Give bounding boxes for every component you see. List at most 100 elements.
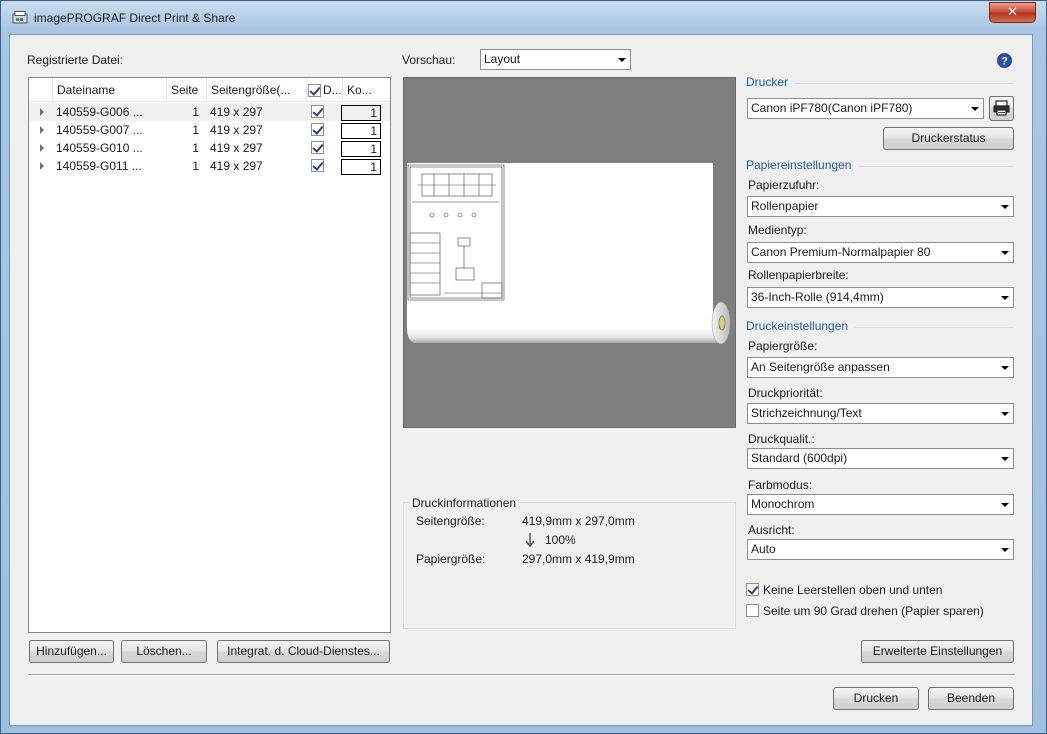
exit-button[interactable]: Beenden bbox=[928, 687, 1014, 710]
column-header-expander bbox=[29, 78, 53, 102]
no-margins-checkbox[interactable] bbox=[746, 583, 759, 596]
media-type-value: Canon Premium-Normalpapier 80 bbox=[751, 245, 931, 259]
color-mode-select[interactable]: Monochrom bbox=[747, 494, 1014, 515]
printer-select[interactable]: Canon iPF780(Canon iPF780) bbox=[747, 98, 984, 119]
print-checkbox[interactable] bbox=[311, 141, 324, 154]
file-page: 1 bbox=[192, 123, 199, 137]
print-priority-label: Druckpriorität: bbox=[748, 386, 823, 400]
column-header-print[interactable]: D... bbox=[307, 78, 343, 102]
file-row[interactable]: 140559-G010 ... 1 419 x 297 1 bbox=[29, 139, 390, 157]
print-checkbox[interactable] bbox=[311, 105, 324, 118]
color-mode-value: Monochrom bbox=[751, 497, 815, 511]
printer-value: Canon iPF780(Canon iPF780) bbox=[751, 101, 913, 115]
printer-icon bbox=[993, 100, 1010, 116]
page-size-value: 419,9mm x 297,0mm bbox=[522, 514, 635, 528]
paper-size-label: Papiergröße: bbox=[416, 552, 486, 566]
print-priority-value: Strichzeichnung/Text bbox=[751, 406, 862, 420]
column-header-copies[interactable]: Ko... bbox=[343, 78, 390, 102]
title-bar[interactable]: imagePROGRAF Direct Print & Share ✕ bbox=[1, 1, 1046, 35]
paper-source-value: Rollenpapier bbox=[751, 199, 819, 213]
print-info-title: Druckinformationen bbox=[410, 496, 519, 510]
footer-divider bbox=[28, 674, 1015, 675]
add-button[interactable]: Hinzufügen... bbox=[29, 640, 114, 663]
printer-status-button[interactable]: Druckerstatus bbox=[883, 127, 1014, 150]
scale-value: 100% bbox=[545, 533, 576, 547]
printer-properties-button[interactable] bbox=[989, 96, 1014, 121]
rotate-page-checkbox[interactable] bbox=[746, 604, 759, 617]
registered-files-label: Registrierte Datei: bbox=[27, 53, 124, 67]
file-list[interactable]: Dateiname Seite Seitengröße(... D... Ko.… bbox=[28, 77, 391, 633]
chevron-down-icon bbox=[1001, 548, 1009, 552]
printer-group-title: Drucker bbox=[746, 75, 789, 89]
file-row[interactable]: 140559-G007 ... 1 419 x 297 1 bbox=[29, 121, 390, 139]
print-preview bbox=[403, 77, 736, 428]
copies-input[interactable]: 1 bbox=[341, 105, 381, 121]
close-button[interactable]: ✕ bbox=[989, 2, 1036, 23]
help-icon[interactable]: ? bbox=[997, 53, 1012, 68]
file-name: 140559-G006 ... bbox=[56, 105, 143, 119]
advanced-settings-button[interactable]: Erweiterte Einstellungen bbox=[861, 640, 1014, 663]
column-header-page-size[interactable]: Seitengröße(... bbox=[207, 78, 307, 102]
window-title: imagePROGRAF Direct Print & Share bbox=[34, 11, 236, 25]
paper-size-label: Papiergröße: bbox=[748, 339, 818, 353]
media-type-select[interactable]: Canon Premium-Normalpapier 80 bbox=[747, 242, 1014, 263]
print-checkbox[interactable] bbox=[311, 159, 324, 172]
expand-arrow-icon[interactable] bbox=[40, 144, 44, 152]
chevron-down-icon bbox=[1001, 366, 1009, 370]
print-button[interactable]: Drucken bbox=[833, 687, 919, 710]
file-page: 1 bbox=[192, 105, 199, 119]
select-all-checkbox[interactable] bbox=[308, 84, 321, 98]
help-icon-glyph: ? bbox=[1001, 56, 1008, 68]
rotate-page-label[interactable]: Seite um 90 Grad drehen (Papier sparen) bbox=[763, 604, 984, 618]
print-priority-select[interactable]: Strichzeichnung/Text bbox=[747, 403, 1014, 424]
print-info-panel: Druckinformationen Seitengröße: 419,9mm … bbox=[403, 496, 736, 629]
file-row[interactable]: 140559-G011 ... 1 419 x 297 1 bbox=[29, 157, 390, 175]
column-header-print-label: D... bbox=[323, 83, 342, 97]
print-quality-label: Druckqualit.: bbox=[748, 432, 815, 446]
preview-label: Vorschau: bbox=[402, 53, 456, 67]
cloud-integration-button[interactable]: Integrat. d. Cloud-Dienstes... bbox=[217, 640, 390, 663]
print-settings-group-divider bbox=[855, 327, 1014, 328]
copies-input[interactable]: 1 bbox=[341, 123, 381, 139]
paper-settings-group-title: Papiereinstellungen bbox=[746, 158, 852, 172]
file-size: 419 x 297 bbox=[210, 123, 263, 137]
chevron-down-icon bbox=[971, 107, 979, 111]
roll-width-label: Rollenpapierbreite: bbox=[748, 268, 849, 282]
copies-input[interactable]: 1 bbox=[341, 141, 381, 157]
delete-button[interactable]: Löschen... bbox=[121, 640, 207, 663]
expand-arrow-icon[interactable] bbox=[40, 126, 44, 134]
color-mode-label: Farbmodus: bbox=[748, 478, 813, 492]
file-size: 419 x 297 bbox=[210, 159, 263, 173]
file-list-header: Dateiname Seite Seitengröße(... D... Ko.… bbox=[29, 78, 390, 102]
printer-group-divider bbox=[794, 83, 1014, 84]
file-row[interactable]: 140559-G006 ... 1 419 x 297 1 bbox=[29, 103, 390, 121]
paper-size-value: An Seitengröße anpassen bbox=[751, 360, 890, 374]
paper-settings-group-divider bbox=[858, 166, 1014, 167]
paper-source-select[interactable]: Rollenpapier bbox=[747, 196, 1014, 217]
paper-source-label: Papierzufuhr: bbox=[748, 178, 820, 192]
expand-arrow-icon[interactable] bbox=[40, 108, 44, 116]
print-quality-select[interactable]: Standard (600dpi) bbox=[747, 448, 1014, 469]
paper-size-select[interactable]: An Seitengröße anpassen bbox=[747, 357, 1014, 378]
expand-arrow-icon[interactable] bbox=[40, 162, 44, 170]
paper-roll-preview bbox=[407, 163, 731, 345]
chevron-down-icon bbox=[1001, 251, 1009, 255]
column-header-page[interactable]: Seite bbox=[167, 78, 207, 102]
file-name: 140559-G010 ... bbox=[56, 141, 143, 155]
print-settings-group-title: Druckeinstellungen bbox=[746, 319, 849, 333]
file-name: 140559-G007 ... bbox=[56, 123, 143, 137]
chevron-down-icon bbox=[1001, 296, 1009, 300]
roll-width-select[interactable]: 36-Inch-Rolle (914,4mm) bbox=[747, 287, 1014, 308]
arrow-down-icon bbox=[525, 533, 535, 547]
no-margins-label[interactable]: Keine Leerstellen oben und unten bbox=[763, 583, 942, 597]
orientation-select[interactable]: Auto bbox=[747, 539, 1014, 560]
file-size: 419 x 297 bbox=[210, 141, 263, 155]
app-icon bbox=[12, 11, 28, 24]
copies-input[interactable]: 1 bbox=[341, 159, 381, 175]
print-checkbox[interactable] bbox=[311, 123, 324, 136]
dialog-body: Registrierte Datei: Dateiname Seite Seit… bbox=[9, 34, 1033, 726]
paper-size-value: 297,0mm x 419,9mm bbox=[522, 552, 635, 566]
column-header-filename[interactable]: Dateiname bbox=[53, 78, 167, 102]
preview-mode-select[interactable]: Layout bbox=[480, 49, 631, 70]
orientation-label: Ausricht: bbox=[748, 523, 795, 537]
